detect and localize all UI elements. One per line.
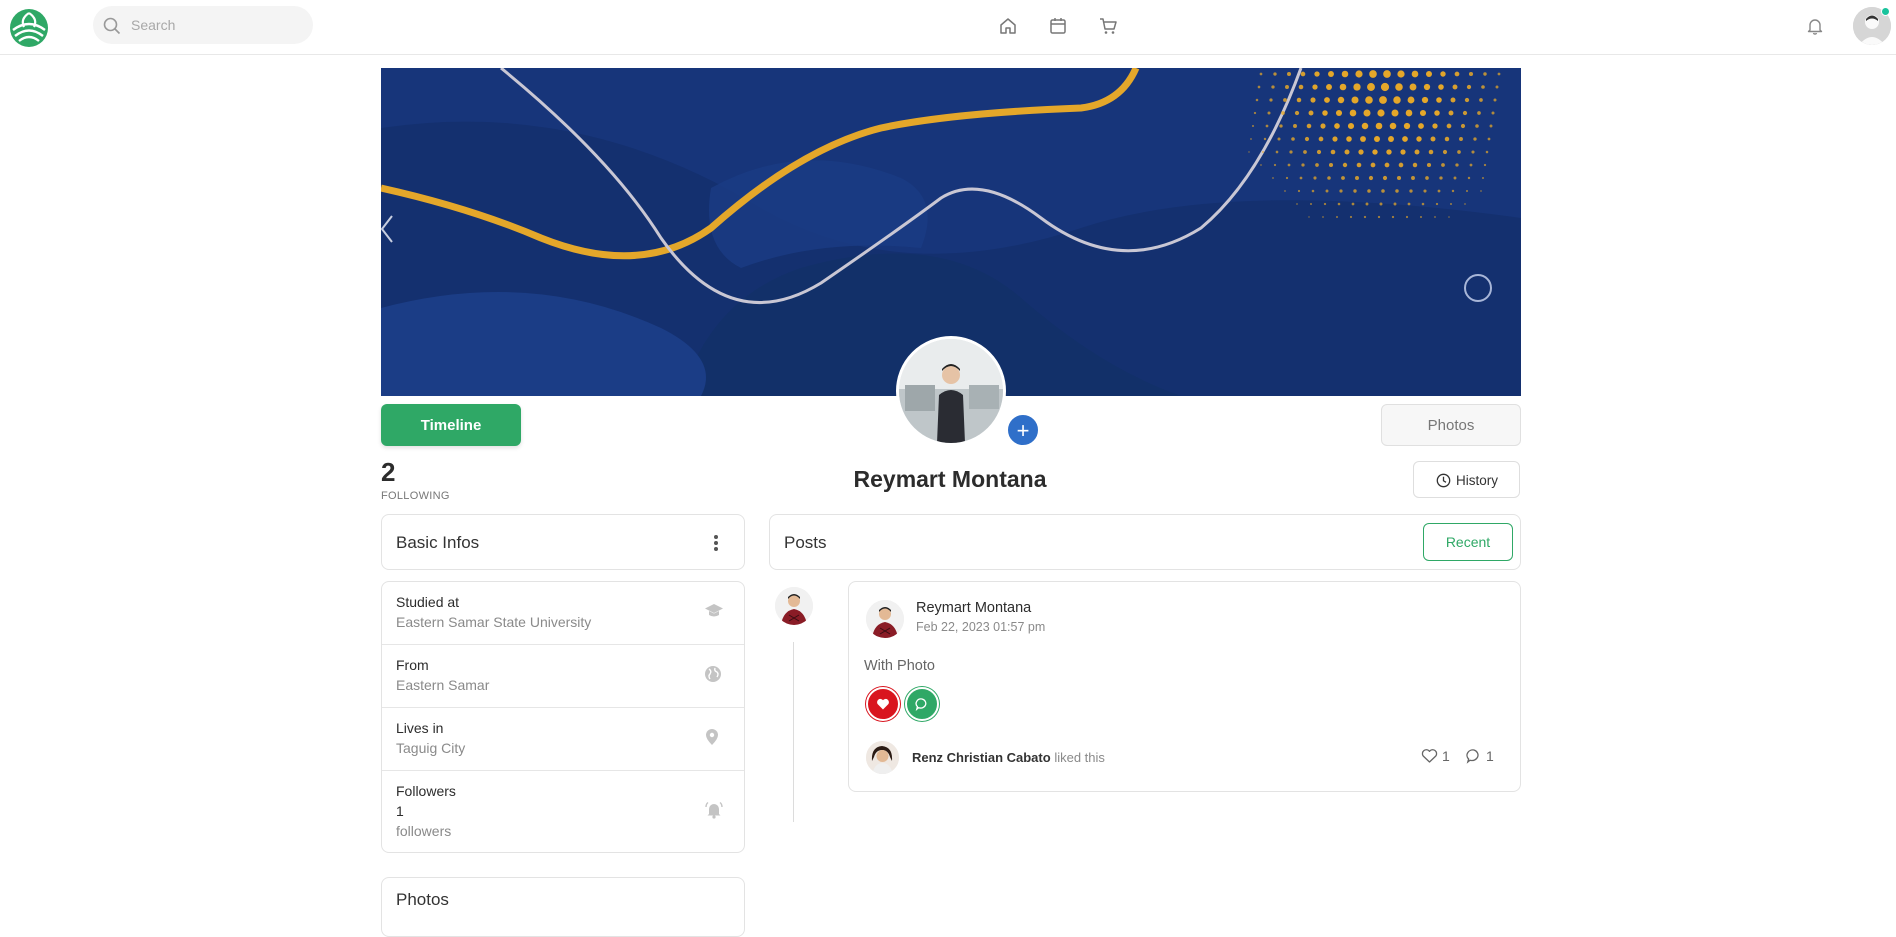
post-card: Reymart Montana Feb 22, 2023 01:57 pm Wi… — [848, 581, 1521, 792]
clock-icon — [1436, 473, 1451, 488]
liker-line: Renz Christian Cabato liked this — [912, 750, 1105, 765]
post-text: With Photo — [864, 658, 935, 674]
posts-header: Posts Recent — [769, 514, 1521, 570]
recent-button[interactable]: Recent — [1423, 523, 1513, 561]
comment-count[interactable]: 1 — [1466, 748, 1494, 764]
info-value: followers — [396, 823, 452, 839]
liked-this-text: liked this — [1054, 750, 1105, 765]
info-label: Lives in — [396, 720, 444, 736]
more-options-icon[interactable] — [712, 535, 720, 553]
history-label: History — [1456, 473, 1499, 488]
timeline-button[interactable]: Timeline — [381, 404, 521, 446]
following-label: FOLLOWING — [381, 490, 450, 502]
profile-picture[interactable] — [896, 336, 1006, 446]
bell-ring-icon — [704, 801, 724, 824]
cover-prev-arrow-icon[interactable] — [380, 214, 394, 249]
add-profile-photo-button[interactable]: + — [1006, 413, 1040, 447]
calendar-icon[interactable] — [1048, 16, 1068, 36]
info-value: Eastern Samar — [396, 677, 490, 693]
search-box — [93, 6, 313, 44]
cover-indicator-circle[interactable] — [1464, 274, 1492, 302]
globe-icon — [704, 665, 722, 688]
like-count[interactable]: 1 — [1421, 748, 1450, 764]
basic-infos-title: Basic Infos — [396, 533, 480, 552]
like-button[interactable] — [866, 687, 900, 721]
posts-title: Posts — [784, 533, 827, 552]
post-author-name[interactable]: Reymart Montana — [916, 600, 1031, 616]
followers-count: 1 — [396, 803, 404, 819]
map-pin-icon — [704, 728, 720, 751]
post-date: Feb 22, 2023 01:57 pm — [916, 620, 1046, 634]
bell-icon[interactable] — [1806, 17, 1824, 40]
info-row-followers: Followers 1 followers — [382, 771, 744, 853]
liker-name[interactable]: Renz Christian Cabato — [912, 750, 1051, 765]
post-author-avatar[interactable] — [866, 600, 904, 638]
profile-name: Reymart Montana — [853, 466, 1047, 492]
info-row-lives: Lives in Taguig City — [382, 708, 744, 771]
comment-count-value: 1 — [1486, 748, 1494, 764]
logo-icon[interactable] — [9, 8, 49, 48]
info-label: From — [396, 657, 429, 673]
online-status-dot — [1881, 7, 1890, 16]
photos-card-title: Photos — [396, 890, 449, 909]
timeline-avatar[interactable] — [775, 587, 813, 625]
following-count: 2 — [381, 457, 396, 487]
liker-avatar[interactable] — [866, 741, 899, 774]
photos-button[interactable]: Photos — [1381, 404, 1521, 446]
info-label: Followers — [396, 783, 456, 799]
basic-infos-header: Basic Infos — [381, 514, 745, 570]
photos-card: Photos — [381, 877, 745, 937]
top-bar — [0, 0, 1896, 55]
info-value: Eastern Samar State University — [396, 614, 592, 630]
comment-outline-icon — [1466, 749, 1479, 764]
comment-icon — [915, 698, 927, 711]
home-icon[interactable] — [998, 16, 1018, 36]
timeline-line — [793, 642, 794, 822]
history-button[interactable]: History — [1413, 461, 1520, 498]
heart-icon — [877, 698, 889, 710]
search-icon — [103, 17, 121, 35]
like-count-value: 1 — [1442, 748, 1450, 764]
graduation-cap-icon — [704, 602, 724, 625]
info-value: Taguig City — [396, 740, 466, 756]
info-row-from: From Eastern Samar — [382, 645, 744, 708]
search-input[interactable] — [131, 6, 301, 44]
basic-infos-list: Studied at Eastern Samar State Universit… — [381, 581, 745, 853]
comment-button[interactable] — [905, 687, 939, 721]
cart-icon[interactable] — [1098, 16, 1118, 36]
info-row-studied: Studied at Eastern Samar State Universit… — [382, 582, 744, 645]
heart-outline-icon — [1421, 749, 1438, 763]
info-label: Studied at — [396, 594, 460, 610]
